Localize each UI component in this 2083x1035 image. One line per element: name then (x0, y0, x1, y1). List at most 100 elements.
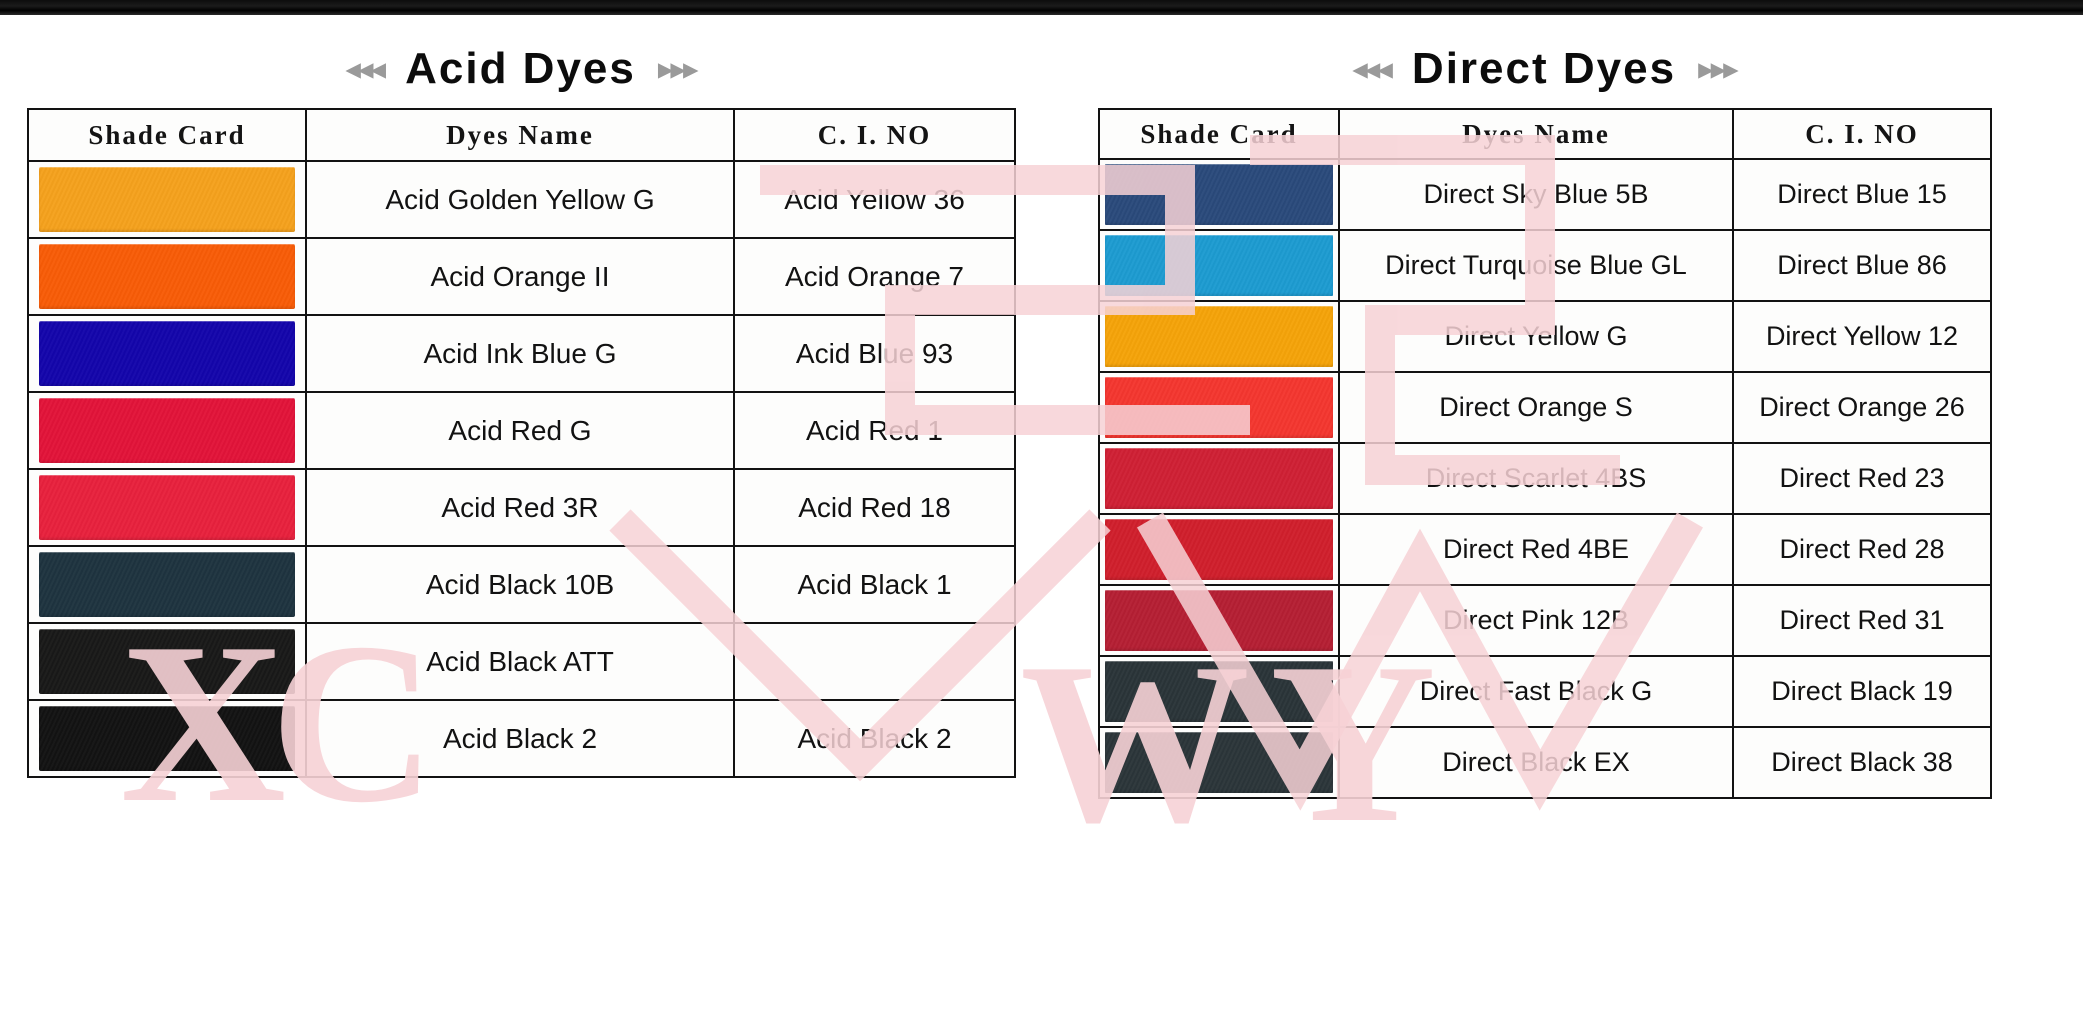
table-row: Acid Ink Blue G Acid Blue 93 (27, 314, 1016, 393)
color-swatch (38, 552, 296, 617)
shade-card-cell (27, 391, 307, 470)
shade-card-cell (1098, 300, 1340, 373)
ci-number-cell: Direct Red 31 (1732, 584, 1992, 657)
dye-name-cell: Direct Yellow G (1338, 300, 1734, 373)
dye-name-cell: Acid Black 2 (305, 699, 735, 778)
ci-number-cell: Direct Blue 15 (1732, 158, 1992, 231)
table-row: Direct Orange S Direct Orange 26 (1098, 371, 1992, 444)
panel-acid-dyes: ◂◂◂ Acid Dyes ▸▸▸ Shade Card Dyes Name C… (27, 30, 1016, 778)
table-row: Acid Orange II Acid Orange 7 (27, 237, 1016, 316)
color-swatch (38, 629, 296, 694)
acid-dyes-table: Shade Card Dyes Name C. I. NO Acid Golde… (27, 108, 1016, 778)
table-header-row: Shade Card Dyes Name C. I. NO (1098, 108, 1992, 160)
shade-card-cell (1098, 655, 1340, 728)
panel-title-direct: ◂◂◂ Direct Dyes ▸▸▸ (1098, 30, 1990, 108)
ci-number-cell: Direct Red 28 (1732, 513, 1992, 586)
dye-name-cell: Acid Golden Yellow G (305, 160, 735, 239)
ci-number-cell: Direct Black 38 (1732, 726, 1992, 799)
shade-card-cell (27, 314, 307, 393)
top-black-bar (0, 0, 2083, 15)
column-header-ci-no: C. I. NO (733, 108, 1016, 162)
chevron-right-icon: ▸▸▸ (657, 50, 699, 87)
ci-number-cell: Acid Red 1 (733, 391, 1016, 470)
direct-dyes-table: Shade Card Dyes Name C. I. NO Direct Sky… (1098, 108, 1992, 799)
ci-number-cell: Direct Orange 26 (1732, 371, 1992, 444)
dye-name-cell: Acid Red 3R (305, 468, 735, 547)
color-swatch (1104, 519, 1334, 580)
ci-number-cell: Acid Yellow 36 (733, 160, 1016, 239)
color-swatch (1104, 377, 1334, 438)
shade-card-cell (27, 468, 307, 547)
table-row: Acid Red 3R Acid Red 18 (27, 468, 1016, 547)
color-swatch (1104, 590, 1334, 651)
ci-number-cell: Direct Black 19 (1732, 655, 1992, 728)
table-row: Direct Yellow G Direct Yellow 12 (1098, 300, 1992, 373)
shade-card-cell (1098, 371, 1340, 444)
panel-heading-text: Direct Dyes (1411, 44, 1677, 93)
ci-number-cell: Direct Blue 86 (1732, 229, 1992, 302)
shade-card-cell (1098, 442, 1340, 515)
column-header-shade-card: Shade Card (1098, 108, 1340, 160)
dye-name-cell: Acid Red G (305, 391, 735, 470)
ci-number-cell: Direct Red 23 (1732, 442, 1992, 515)
shade-card-cell (27, 545, 307, 624)
color-swatch (1104, 448, 1334, 509)
shade-card-cell (27, 160, 307, 239)
color-swatch (38, 398, 296, 463)
table-row: Direct Turquoise Blue GL Direct Blue 86 (1098, 229, 1992, 302)
color-swatch (1104, 164, 1334, 225)
color-swatch (1104, 235, 1334, 296)
table-row: Direct Red 4BE Direct Red 28 (1098, 513, 1992, 586)
column-header-dyes-name: Dyes Name (1338, 108, 1734, 160)
color-swatch (1104, 306, 1334, 367)
ci-number-cell: Acid Black 1 (733, 545, 1016, 624)
dye-name-cell: Direct Pink 12B (1338, 584, 1734, 657)
panel-direct-dyes: ◂◂◂ Direct Dyes ▸▸▸ Shade Card Dyes Name… (1098, 30, 1992, 799)
table-row: Acid Red G Acid Red 1 (27, 391, 1016, 470)
ci-number-cell: Direct Yellow 12 (1732, 300, 1992, 373)
dye-name-cell: Acid Ink Blue G (305, 314, 735, 393)
dye-name-cell: Direct Sky Blue 5B (1338, 158, 1734, 231)
shade-card-cell (1098, 726, 1340, 799)
table-row: Acid Black ATT (27, 622, 1016, 701)
ci-number-cell: Acid Red 18 (733, 468, 1016, 547)
column-header-shade-card: Shade Card (27, 108, 307, 162)
panel-title-acid: ◂◂◂ Acid Dyes ▸▸▸ (27, 30, 1014, 108)
column-header-dyes-name: Dyes Name (305, 108, 735, 162)
shade-card-cell (1098, 229, 1340, 302)
dye-name-cell: Direct Scarlet 4BS (1338, 442, 1734, 515)
dye-name-cell: Acid Black 10B (305, 545, 735, 624)
dye-name-cell: Direct Black EX (1338, 726, 1734, 799)
dye-name-cell: Direct Turquoise Blue GL (1338, 229, 1734, 302)
color-swatch (1104, 661, 1334, 722)
shade-card-cell (27, 237, 307, 316)
table-row: Direct Sky Blue 5B Direct Blue 15 (1098, 158, 1992, 231)
color-swatch (38, 321, 296, 386)
chevron-right-icon: ▸▸▸ (1698, 50, 1739, 87)
table-row: Direct Fast Black G Direct Black 19 (1098, 655, 1992, 728)
color-swatch (38, 475, 296, 540)
ci-number-cell: Acid Black 2 (733, 699, 1016, 778)
ci-number-cell: Acid Orange 7 (733, 237, 1016, 316)
color-swatch (38, 706, 296, 771)
panel-heading-text: Acid Dyes (405, 44, 636, 93)
color-swatch (38, 244, 296, 309)
shade-card-cell (1098, 158, 1340, 231)
ci-number-cell-empty (733, 622, 1016, 701)
table-row: Acid Golden Yellow G Acid Yellow 36 (27, 160, 1016, 239)
shade-card-cell (1098, 584, 1340, 657)
dye-name-cell: Acid Orange II (305, 237, 735, 316)
dye-name-cell: Acid Black ATT (305, 622, 735, 701)
shade-card-cell (27, 699, 307, 778)
table-header-row: Shade Card Dyes Name C. I. NO (27, 108, 1016, 162)
column-header-ci-no: C. I. NO (1732, 108, 1992, 160)
color-swatch (1104, 732, 1334, 793)
table-row: Acid Black 10B Acid Black 1 (27, 545, 1016, 624)
color-swatch (38, 167, 296, 232)
ci-number-cell: Acid Blue 93 (733, 314, 1016, 393)
shade-card-cell (27, 622, 307, 701)
chevron-left-icon: ◂◂◂ (345, 50, 386, 87)
table-row: Acid Black 2 Acid Black 2 (27, 699, 1016, 778)
table-row: Direct Pink 12B Direct Red 31 (1098, 584, 1992, 657)
dye-name-cell: Direct Orange S (1338, 371, 1734, 444)
